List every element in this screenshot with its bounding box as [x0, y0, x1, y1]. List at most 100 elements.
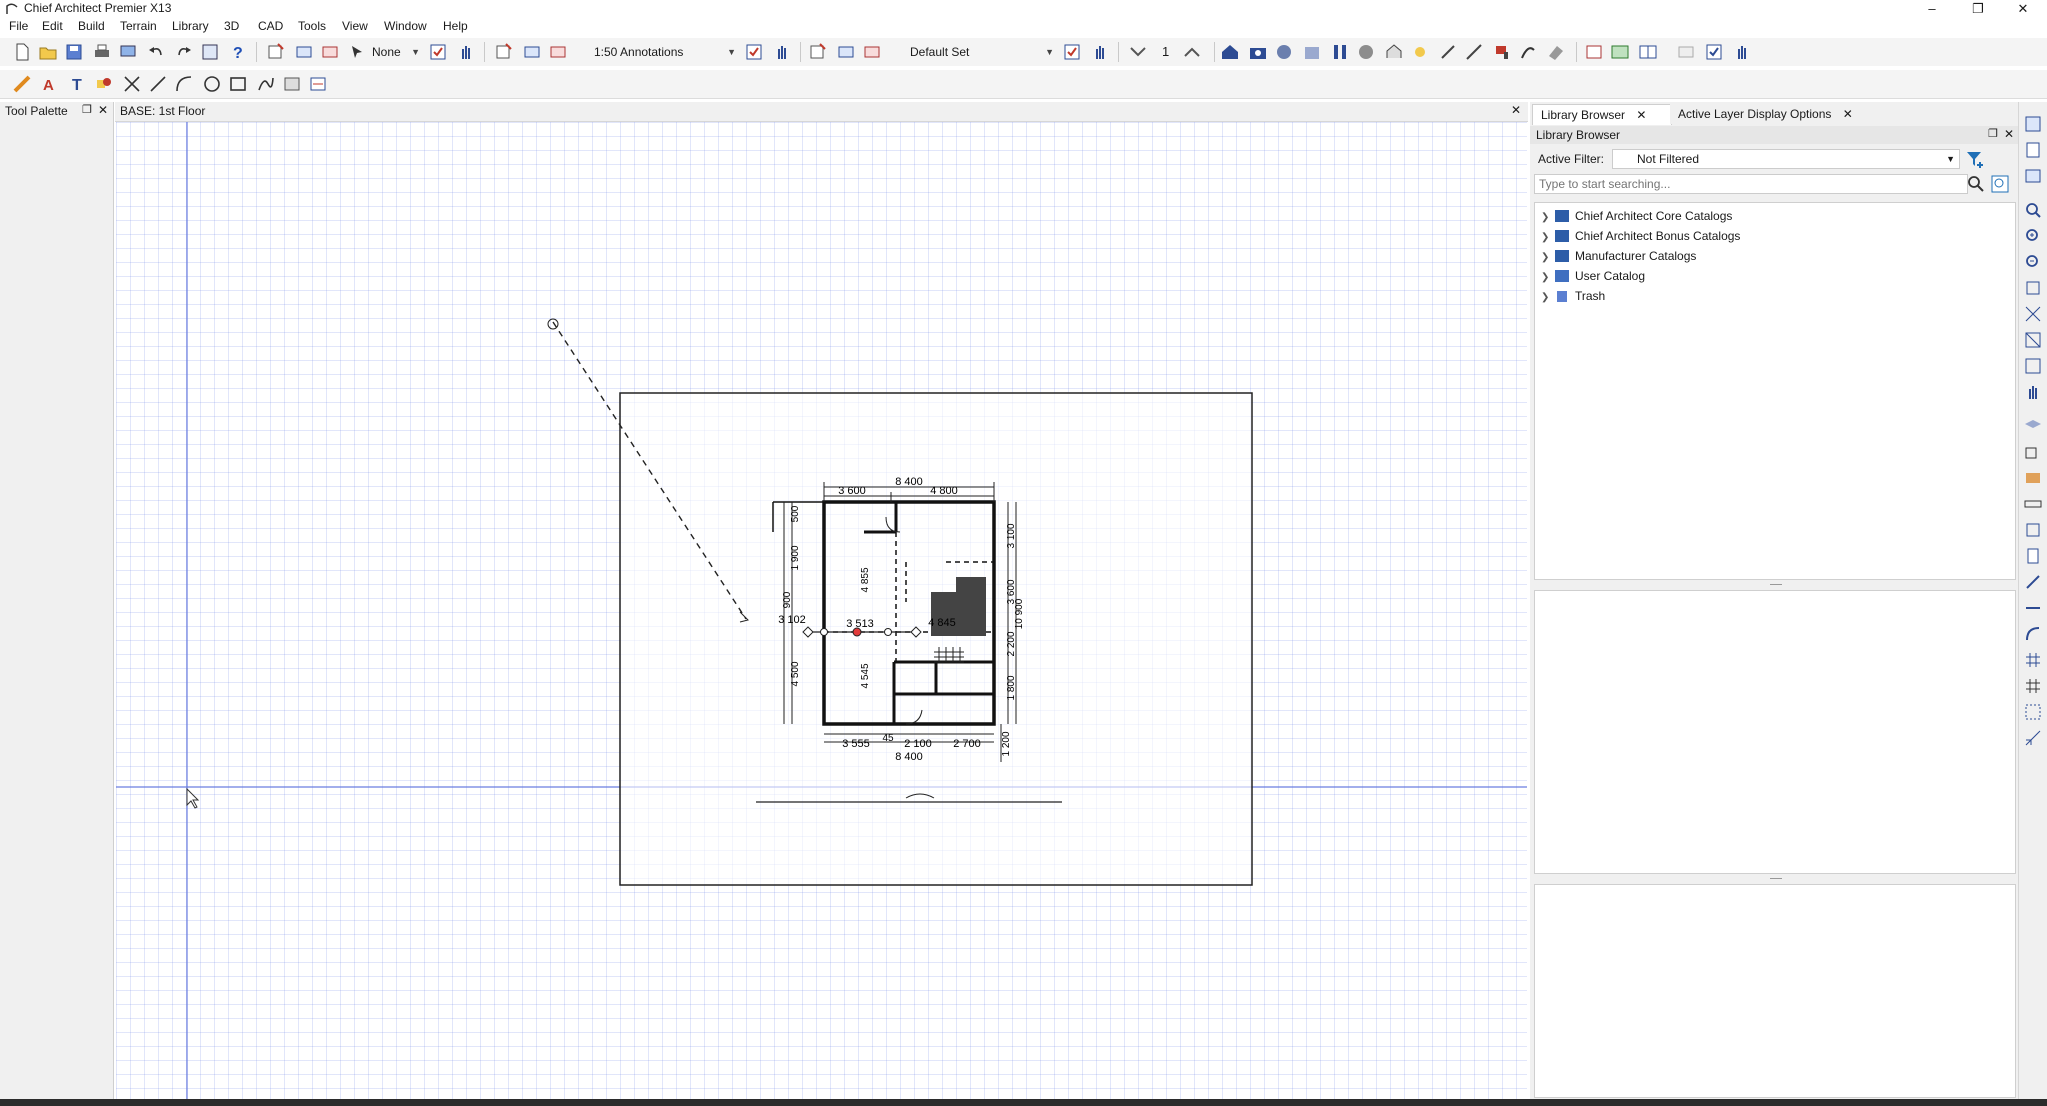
check-layer-icon[interactable] — [428, 42, 448, 62]
project-browser-icon[interactable] — [2023, 140, 2043, 160]
check-annotation-icon[interactable] — [744, 42, 764, 62]
layer-set-display-icon[interactable] — [836, 42, 856, 62]
print-preview-icon[interactable] — [118, 42, 138, 62]
frame-icon[interactable] — [2023, 520, 2043, 540]
chevron-right-icon[interactable]: ❯ — [1541, 229, 1555, 247]
pillars-icon[interactable] — [1330, 42, 1350, 62]
cad-block-icon[interactable] — [308, 74, 328, 94]
text-arrow-icon[interactable]: A — [40, 74, 60, 94]
tree-item-bonus-catalogs[interactable]: ❯ Chief Architect Bonus Catalogs — [1541, 227, 1740, 245]
undo-zoom-icon[interactable] — [2023, 278, 2043, 298]
annotation-set-select[interactable]: 1:50 Annotations ▼ — [574, 42, 738, 62]
menu-cad[interactable]: CAD — [258, 19, 283, 33]
annotation-sets-icon[interactable] — [494, 42, 514, 62]
tree-item-trash[interactable]: ❯ Trash — [1541, 287, 1605, 305]
line-tool-icon[interactable] — [1464, 42, 1484, 62]
material-icon[interactable] — [2023, 468, 2043, 488]
search-icon[interactable] — [1966, 174, 1986, 194]
grid-snap-icon[interactable] — [2023, 650, 2043, 670]
check-layer-set-icon[interactable] — [1062, 42, 1082, 62]
house-icon[interactable] — [1220, 42, 1240, 62]
text-tool-icon[interactable]: T — [68, 74, 88, 94]
drawing-canvas[interactable]: 8 400 3 600 4 800 3 100 10 900 3 600 2 2… — [116, 122, 1527, 1099]
cad-detail-icon[interactable] — [2023, 442, 2043, 462]
layer-set-icon[interactable] — [808, 42, 828, 62]
layout-icon[interactable] — [1584, 42, 1604, 62]
maximize-button[interactable]: ❐ — [1958, 0, 1998, 17]
close-icon[interactable]: ✕ — [2004, 127, 2014, 141]
splitter-grip[interactable] — [1770, 584, 1782, 585]
tape-measure-icon[interactable] — [12, 74, 32, 94]
redo-icon[interactable] — [174, 42, 194, 62]
spiral-icon[interactable] — [1518, 42, 1538, 62]
elevation-icon[interactable] — [1302, 42, 1322, 62]
menu-build[interactable]: Build — [78, 19, 105, 33]
edit-handle-icon[interactable] — [820, 628, 828, 636]
zoom-icon[interactable] — [2023, 200, 2043, 220]
tree-item-core-catalogs[interactable]: ❯ Chief Architect Core Catalogs — [1541, 207, 1732, 225]
help-icon[interactable]: ? — [228, 42, 248, 62]
check-icon[interactable] — [1704, 42, 1724, 62]
hand-icon[interactable] — [1090, 42, 1110, 62]
menu-help[interactable]: Help — [443, 19, 468, 33]
line-icon[interactable] — [148, 74, 168, 94]
menu-tools[interactable]: Tools — [298, 19, 326, 33]
minimize-button[interactable]: – — [1912, 0, 1952, 17]
ruler-icon[interactable] — [2023, 494, 2043, 514]
angle-snap-icon[interactable] — [2023, 624, 2043, 644]
render-icon[interactable] — [1274, 42, 1294, 62]
tree-item-manufacturer-catalogs[interactable]: ❯ Manufacturer Catalogs — [1541, 247, 1696, 265]
disabled-tool-icon[interactable] — [1676, 42, 1696, 62]
snap-icon[interactable] — [2023, 572, 2043, 592]
close-button[interactable]: ✕ — [2003, 0, 2043, 17]
undo-icon[interactable] — [146, 42, 166, 62]
annotation-copy-icon[interactable] — [548, 42, 568, 62]
filter-icon[interactable] — [1964, 148, 1986, 170]
dormer-icon[interactable] — [1384, 42, 1404, 62]
float-panel-icon[interactable]: ❐ — [82, 103, 92, 116]
layer-select-icon[interactable] — [348, 42, 368, 62]
chevron-right-icon[interactable]: ❯ — [1541, 249, 1555, 267]
camera-icon[interactable] — [1248, 42, 1268, 62]
object-snap-icon[interactable] — [2023, 598, 2043, 618]
splitter-grip[interactable] — [1770, 878, 1782, 879]
layer-display-icon[interactable] — [294, 42, 314, 62]
tab-library-browser[interactable]: Library Browser ✕ — [1532, 104, 1672, 125]
active-filter-select[interactable]: Not Filtered ▼ — [1612, 149, 1960, 169]
print-icon[interactable] — [92, 42, 112, 62]
page-icon[interactable] — [2023, 546, 2043, 566]
tab-active-layer-display-options[interactable]: Active Layer Display Options ✕ — [1670, 104, 1872, 124]
window-tile-icon[interactable] — [1610, 42, 1630, 62]
edit-handle-icon[interactable] — [884, 628, 892, 636]
floor-up-icon[interactable] — [1182, 42, 1202, 62]
arc-icon[interactable] — [174, 74, 194, 94]
menu-window[interactable]: Window — [384, 19, 427, 33]
chevron-right-icon[interactable]: ❯ — [1541, 209, 1555, 227]
paint-icon[interactable] — [1492, 42, 1512, 62]
shapes-icon[interactable] — [94, 74, 114, 94]
stair-hatch[interactable] — [931, 592, 986, 636]
save-icon[interactable] — [64, 42, 84, 62]
hand-icon[interactable] — [456, 42, 476, 62]
sphere-icon[interactable] — [1356, 42, 1376, 62]
layer-sets-icon[interactable] — [266, 42, 286, 62]
menu-file[interactable]: File — [9, 19, 28, 33]
menu-3d[interactable]: 3D — [224, 19, 239, 33]
tree-item-user-catalog[interactable]: ❯ User Catalog — [1541, 267, 1645, 285]
properties-icon[interactable] — [200, 42, 220, 62]
library-browser-icon[interactable] — [2023, 114, 2043, 134]
close-icon[interactable]: ✕ — [1843, 107, 1853, 121]
search-options-icon[interactable] — [1990, 174, 2010, 194]
pan-icon[interactable] — [2023, 382, 2043, 402]
fill-window-all-icon[interactable] — [2023, 356, 2043, 376]
circle-icon[interactable] — [202, 74, 222, 94]
library-search-input[interactable] — [1534, 174, 1968, 194]
sun-icon[interactable] — [1410, 42, 1430, 62]
hand-icon[interactable] — [772, 42, 792, 62]
menu-library[interactable]: Library — [172, 19, 209, 33]
layer-set-select[interactable]: Default Set ▼ — [888, 42, 1056, 62]
measure-icon[interactable] — [1438, 42, 1458, 62]
annotation-display-icon[interactable] — [522, 42, 542, 62]
layer-select[interactable]: None ▼ — [372, 42, 422, 62]
new-plan-icon[interactable] — [12, 42, 32, 62]
